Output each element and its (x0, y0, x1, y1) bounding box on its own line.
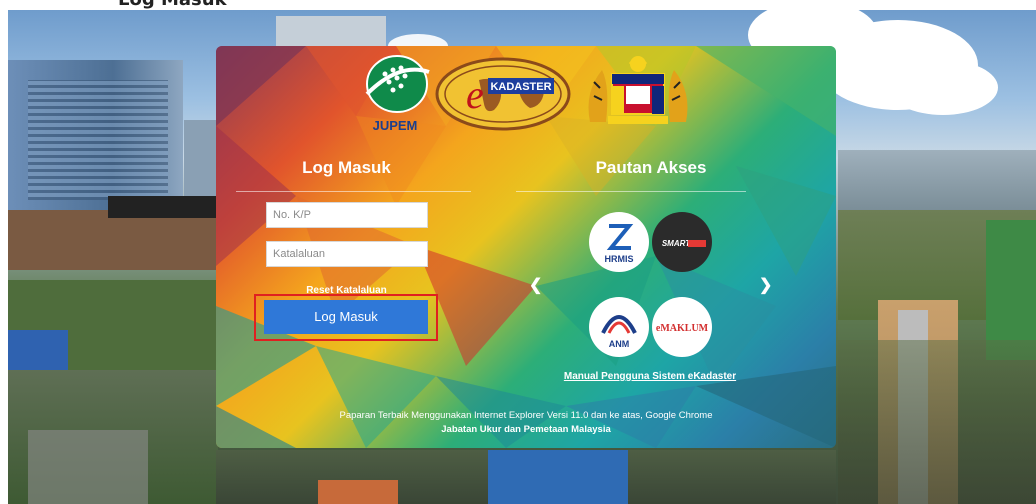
anm-label: ANM (609, 339, 630, 349)
hrmis-logo-icon: HRMIS (605, 224, 634, 264)
user-manual-link[interactable]: Manual Pengguna Sistem eKadaster (520, 371, 780, 382)
svg-text:e: e (466, 72, 484, 117)
coat-of-arms-icon (588, 56, 688, 124)
anm-link[interactable]: ANM (589, 297, 649, 357)
caption-text: Log Masuk (118, 0, 227, 10)
svg-text:KADASTER: KADASTER (490, 81, 551, 93)
jupem-emblem-icon: JUPEM (365, 55, 430, 133)
hrmis-link[interactable]: HRMIS (589, 212, 649, 272)
id-number-field[interactable] (266, 202, 428, 228)
login-heading: Log Masuk (302, 158, 391, 177)
emaklum-link[interactable]: eMAKLUM (652, 297, 712, 357)
access-heading: Pautan Akses (595, 158, 707, 177)
carousel-next-icon[interactable]: ❯ (759, 275, 772, 295)
svg-text:JUPEM: JUPEM (373, 118, 418, 132)
malaysia-coat-of-arms (580, 52, 696, 132)
ekadaster-emblem-icon: KADASTER e (435, 57, 571, 131)
login-button[interactable]: Log Masuk (264, 300, 428, 334)
smart-logo-icon: SMART (662, 239, 706, 248)
hrmis-label: HRMIS (605, 254, 634, 264)
anm-logo-icon: ANM (601, 315, 637, 349)
caption-strip: Log Masuk (0, 0, 1036, 10)
ekadaster-logo: KADASTER e (434, 56, 572, 132)
password-field[interactable] (266, 241, 428, 267)
emaklum-logo-icon: eMAKLUM (656, 323, 709, 334)
access-heading-rule (516, 191, 746, 192)
jupem-logo: JUPEM (359, 52, 431, 133)
organization-name: Jabatan Ukur dan Pemetaan Malaysia (441, 424, 611, 435)
emaklum-label: eMAKLUM (656, 323, 709, 334)
browser-note: Paparan Terbaik Menggunakan Internet Exp… (339, 410, 713, 421)
smart-kadaster-link[interactable]: SMART (652, 212, 712, 272)
smart-label: SMART (662, 239, 691, 248)
carousel-prev-icon[interactable]: ❮ (529, 275, 542, 295)
login-heading-rule (236, 191, 471, 192)
